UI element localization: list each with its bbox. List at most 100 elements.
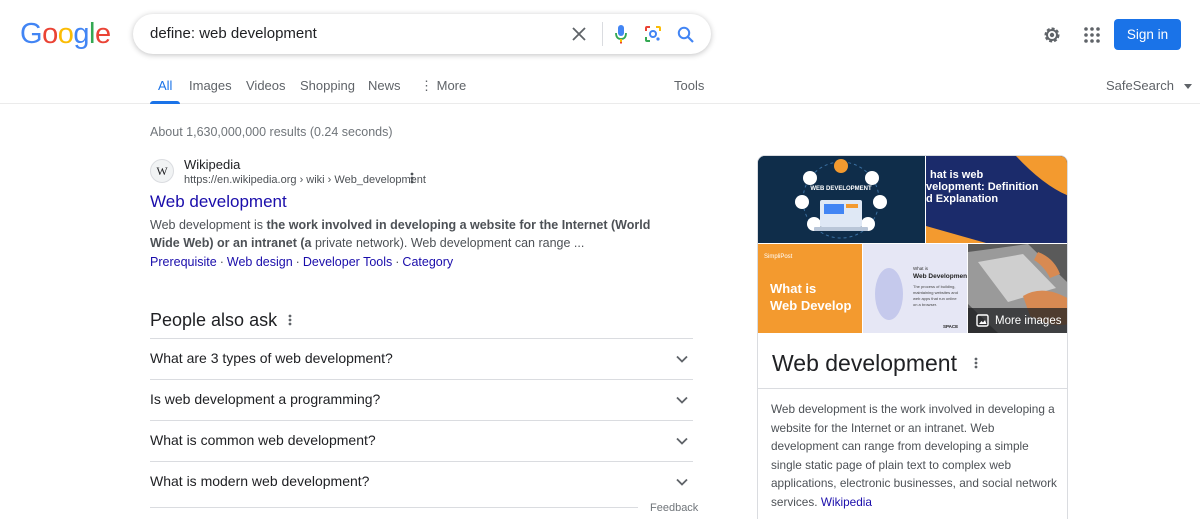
search-input[interactable]: define: web development xyxy=(150,25,317,42)
sitelink[interactable]: Web design xyxy=(227,255,293,269)
knowledge-panel: WEB DEVELOPMENT hat is web velopment: De… xyxy=(757,155,1068,519)
kp-image[interactable]: What is Web Development? The process of … xyxy=(863,244,967,333)
safesearch-dropdown[interactable]: SafeSearch xyxy=(1106,78,1192,93)
chevron-down-icon xyxy=(676,478,688,486)
paa-question[interactable]: What are 3 types of web development? xyxy=(150,338,693,379)
snippet-text: private network). Web development can ra… xyxy=(311,236,585,250)
search-icon xyxy=(677,26,694,43)
more-vert-icon xyxy=(974,357,978,369)
result-stats: About 1,630,000,000 results (0.24 second… xyxy=(150,125,393,139)
kp-source-link[interactable]: Wikipedia xyxy=(821,495,872,509)
result-title-link[interactable]: Web development xyxy=(150,192,287,212)
tab-all[interactable]: All xyxy=(158,78,172,93)
sitelink-separator: · xyxy=(395,255,400,269)
kp-image[interactable]: WEB DEVELOPMENT xyxy=(758,156,925,243)
search-button[interactable] xyxy=(674,14,696,54)
logo-letter: o xyxy=(57,18,74,50)
tab-videos[interactable]: Videos xyxy=(246,78,286,93)
paa-question[interactable]: Is web development a programming? xyxy=(150,379,693,420)
active-tab-indicator xyxy=(150,101,180,104)
svg-text:What is: What is xyxy=(913,266,929,271)
close-icon xyxy=(572,27,586,41)
logo-letter: g xyxy=(73,18,89,50)
paa-question-text: Is web development a programming? xyxy=(150,391,381,407)
microphone-icon xyxy=(615,25,627,44)
google-logo[interactable]: Google xyxy=(20,18,111,51)
paa-options-button[interactable] xyxy=(288,310,292,331)
logo-letter: e xyxy=(94,18,111,50)
result-url[interactable]: https://en.wikipedia.org › wiki › Web_de… xyxy=(184,174,426,186)
feedback-link[interactable]: Feedback xyxy=(650,502,698,514)
sitelink[interactable]: Prerequisite xyxy=(150,255,217,269)
more-images-button[interactable]: More images xyxy=(968,308,1067,333)
kp-description-text: Web development is the work involved in … xyxy=(771,402,1057,509)
caret-down-icon xyxy=(1183,84,1192,90)
tab-images[interactable]: Images xyxy=(189,78,232,93)
voice-search-button[interactable] xyxy=(611,14,631,54)
svg-text:web apps that run online: web apps that run online xyxy=(913,296,957,301)
more-vert-icon xyxy=(410,172,414,184)
svg-text:Web Development?: Web Development? xyxy=(913,273,967,280)
web-development-info-image: What is Web Development? The process of … xyxy=(863,244,967,333)
result-snippet: Web development is the work involved in … xyxy=(150,216,670,252)
what-is-web-develop-image: SimpliPost What is Web Develop xyxy=(758,244,862,333)
svg-text:maintaining websites and: maintaining websites and xyxy=(913,290,958,295)
tab-more[interactable]: ⋮ More xyxy=(420,78,466,94)
logo-letter: G xyxy=(20,18,43,50)
kp-title: Web development xyxy=(772,350,957,376)
more-images-label: More images xyxy=(995,314,1062,327)
sitelinks: Prerequisite · Web design · Developer Tools ·… xyxy=(150,255,453,269)
result-options-button[interactable] xyxy=(410,172,414,187)
svg-text:Web Develop: Web Develop xyxy=(770,298,851,313)
svg-text:hat is web: hat is web xyxy=(930,169,983,181)
sitelink-separator: · xyxy=(219,255,224,269)
kp-description: Web development is the work involved in … xyxy=(771,400,1061,511)
kp-image[interactable]: hat is web velopment: Definition d Expla… xyxy=(926,156,1067,243)
feedback-divider xyxy=(150,507,638,508)
tab-news[interactable]: News xyxy=(368,78,401,93)
wikipedia-favicon: W xyxy=(150,159,174,183)
logo-letter: o xyxy=(42,18,58,50)
search-divider xyxy=(602,22,603,46)
sign-in-button[interactable]: Sign in xyxy=(1114,19,1181,50)
svg-text:velopment: Definition: velopment: Definition xyxy=(926,181,1039,193)
svg-text:d Explanation: d Explanation xyxy=(926,193,998,205)
tools-button[interactable]: Tools xyxy=(674,78,704,93)
sitelink[interactable]: Category xyxy=(402,255,453,269)
more-vert-icon xyxy=(288,314,292,326)
kp-options-button[interactable] xyxy=(974,356,978,374)
image-icon xyxy=(976,314,989,327)
paa-question-text: What is modern web development? xyxy=(150,473,370,489)
paa-question-text: What is common web development? xyxy=(150,432,376,448)
clear-button[interactable] xyxy=(569,14,589,54)
sitelink-separator: · xyxy=(295,255,300,269)
kp-image[interactable]: SimpliPost What is Web Develop xyxy=(758,244,862,333)
svg-text:What is: What is xyxy=(770,281,816,296)
paa-question-text: What are 3 types of web development? xyxy=(150,350,393,366)
tab-shopping[interactable]: Shopping xyxy=(300,78,355,93)
lens-search-button[interactable] xyxy=(642,14,664,54)
svg-text:on a browser.: on a browser. xyxy=(913,302,937,307)
snippet-text: Web development is xyxy=(150,218,267,232)
svg-text:The process of building,: The process of building, xyxy=(913,284,955,289)
gear-icon xyxy=(1044,27,1060,43)
kp-divider xyxy=(758,388,1067,389)
search-box[interactable]: define: web development xyxy=(133,14,711,54)
google-apps-button[interactable] xyxy=(1080,23,1104,47)
chevron-down-icon xyxy=(676,437,688,445)
people-also-ask-title: People also ask xyxy=(150,310,278,330)
result-site-name[interactable]: Wikipedia xyxy=(184,157,240,172)
img3-brand: SimpliPost xyxy=(764,254,793,260)
paa-question[interactable]: What is common web development? xyxy=(150,420,693,461)
img1-text: WEB DEVELOPMENT xyxy=(810,186,872,192)
search-tabs: All Images Videos Shopping News ⋮ More T… xyxy=(0,66,1200,104)
camera-lens-icon xyxy=(645,26,661,42)
apps-grid-icon xyxy=(1084,27,1100,43)
safesearch-label: SafeSearch xyxy=(1106,78,1174,93)
web-development-definition-image: hat is web velopment: Definition d Expla… xyxy=(926,156,1067,243)
sitelink[interactable]: Developer Tools xyxy=(303,255,392,269)
paa-question[interactable]: What is modern web development? xyxy=(150,461,693,502)
settings-button[interactable] xyxy=(1040,23,1064,47)
chevron-down-icon xyxy=(676,396,688,404)
web-development-illustration: WEB DEVELOPMENT xyxy=(758,156,925,243)
